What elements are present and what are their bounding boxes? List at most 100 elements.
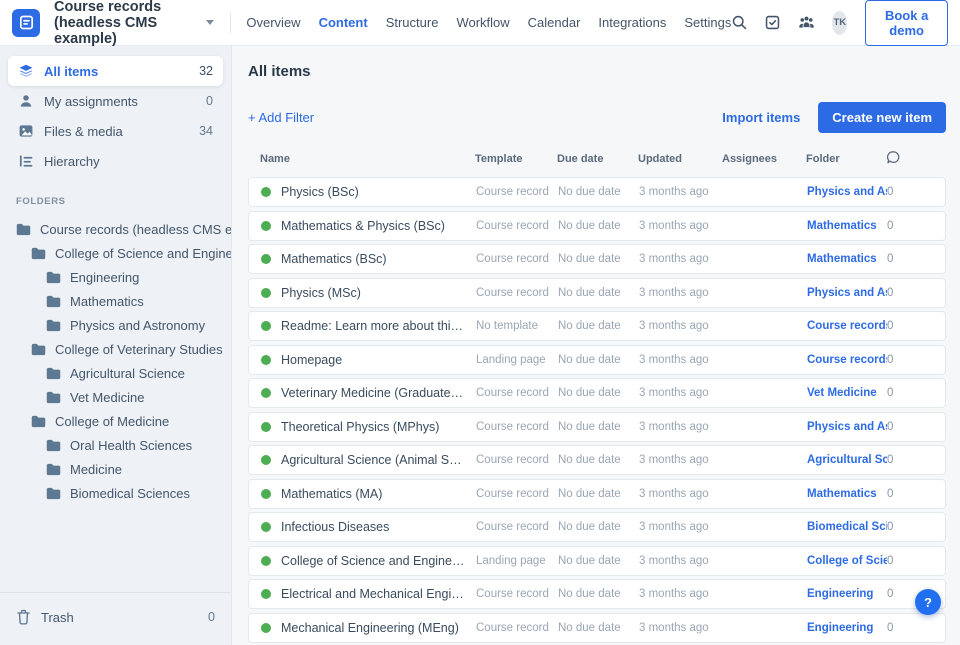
image-icon [19,125,33,137]
hierarchy-icon [19,155,33,167]
item-folder-link[interactable]: Vet Medicine [807,387,887,399]
folder-name: Physics and Astronomy [70,317,206,333]
folder-tree-item[interactable]: Mathematics [0,289,231,313]
sidebar-item[interactable]: Files & media 34 [8,116,223,146]
table-row[interactable]: Theoretical Physics (MPhys) Course recor… [248,411,946,442]
column-header-template[interactable]: Template [475,153,557,165]
nav-item[interactable]: Workflow [456,15,509,30]
folder-tree-item[interactable]: Course records (headless CMS example) [0,217,231,241]
help-button[interactable]: ? [915,589,941,615]
item-folder-link[interactable]: Mathematics [807,220,887,232]
item-folder-link[interactable]: College of Science and Engineering [807,555,887,567]
book-a-demo-button[interactable]: Book a demo [865,0,948,46]
folder-tree-item[interactable]: Biomedical Sciences [0,481,231,505]
item-name-cell: Homepage [261,353,476,367]
folder-icon [46,439,61,451]
create-new-item-button[interactable]: Create new item [818,101,946,133]
folder-tree-item[interactable]: Agricultural Science [0,361,231,385]
item-folder-link[interactable]: Engineering [807,588,887,600]
table-row[interactable]: Mathematics (MA) Course record No due da… [248,478,946,509]
item-folder-link[interactable]: Engineering [807,622,887,634]
column-header-folder[interactable]: Folder [806,153,886,165]
item-template: Course record [476,487,549,500]
table-row[interactable]: Readme: Learn more about this example...… [248,311,946,341]
item-name-cell: Agricultural Science (Animal Science...) [261,453,476,467]
layers-icon [19,64,33,77]
table-row[interactable]: Infectious Diseases Course record No due… [248,512,946,542]
item-name: Theoretical Physics (MPhys) [281,419,440,434]
add-filter-button[interactable]: + Add Filter [248,110,314,125]
nav-item[interactable]: Integrations [598,15,666,30]
search-icon[interactable] [731,13,748,33]
status-dot-icon [261,522,271,532]
item-folder-link[interactable]: Biomedical Sciences [807,521,887,533]
nav-item[interactable]: Structure [386,15,439,30]
table-row[interactable]: Agricultural Science (Animal Science...)… [248,445,946,475]
item-folder-link[interactable]: Physics and Astronomy [807,287,887,299]
item-folder-link[interactable]: Mathematics [807,253,887,265]
nav-item[interactable]: Settings [684,15,731,30]
item-folder-link[interactable]: Course records (headless CMS example) [807,320,887,332]
trash-label: Trash [41,609,74,625]
item-comment-count: 0 [887,420,894,433]
item-template: Course record [476,219,549,232]
status-dot-icon [261,321,271,331]
sidebar-item[interactable]: Hierarchy [8,146,223,176]
item-due-date: No due date [558,588,621,600]
sidebar-item-label: Hierarchy [44,153,100,169]
item-folder-link[interactable]: Physics and Astronomy [807,421,887,433]
table-row[interactable]: Homepage Landing page No due date 3 mont… [248,344,946,375]
table-row[interactable]: Physics (BSc) Course record No due date … [248,177,946,207]
folder-tree-item[interactable]: College of Science and Engineering [0,241,231,265]
sidebar-item[interactable]: All items 32 [8,56,223,86]
folder-tree-item[interactable]: College of Veterinary Studies [0,337,231,361]
user-avatar[interactable]: TK [832,10,848,35]
item-folder-link[interactable]: Course records (headless CMS example) [807,354,887,366]
main-content: All items + Add Filter Import items Crea… [232,46,960,645]
table-row[interactable]: Physics (MSc) Course record No due date … [248,277,946,308]
folder-icon [46,367,61,379]
folder-tree-item[interactable]: Vet Medicine [0,385,231,409]
sidebar-item-label: All items [44,63,99,79]
item-name: Physics (BSc) [281,185,359,199]
team-people-icon[interactable] [797,13,816,33]
item-folder-link[interactable]: Mathematics [807,488,887,500]
table-row[interactable]: College of Science and Engineering Landi… [248,545,946,576]
item-folder-link[interactable]: Agricultural Science [807,454,887,466]
item-folder-link[interactable]: Physics and Astronomy [807,186,887,198]
column-header-due-date[interactable]: Due date [557,153,638,165]
project-title-dropdown[interactable]: Course records (headless CMS example) [54,0,214,47]
nav-item[interactable]: Overview [246,15,300,30]
sidebar-item-trash[interactable]: Trash 0 [8,601,223,633]
item-updated: 3 months ago [639,588,709,600]
sidebar: All items 32 My assignments 0 Files & me… [0,46,232,645]
nav-item[interactable]: Calendar [528,15,581,30]
nav-item[interactable]: Content [319,15,368,30]
folder-tree-item[interactable]: Oral Health Sciences [0,433,231,457]
column-header-updated[interactable]: Updated [638,153,722,165]
sidebar-item[interactable]: My assignments 0 [8,86,223,116]
item-name-cell: Theoretical Physics (MPhys) [261,420,476,434]
items-table: Physics (BSc) Course record No due date … [248,177,946,645]
item-template: Course record [476,253,549,265]
folder-name: Medicine [70,461,123,477]
tasks-clipboard-icon[interactable] [764,13,781,33]
table-row[interactable]: Mathematics (BSc) Course record No due d… [248,244,946,274]
folder-tree-item[interactable]: Engineering [0,265,231,289]
column-header-assignees[interactable]: Assignees [722,153,806,165]
folder-tree-item[interactable]: Physics and Astronomy [0,313,231,337]
table-row[interactable]: Veterinary Medicine (Graduate Entry...) … [248,378,946,408]
sidebar-footer: Trash 0 [0,592,231,645]
table-row[interactable]: Electrical and Mechanical Engineering...… [248,579,946,609]
folder-tree-item[interactable]: College of Medicine [0,409,231,433]
column-header-name[interactable]: Name [260,153,475,165]
table-row[interactable]: Mechanical Engineering (MEng) Course rec… [248,612,946,643]
table-row[interactable]: Mathematics & Physics (BSc) Course recor… [248,210,946,241]
status-dot-icon [261,388,271,398]
trash-icon [17,609,30,625]
sidebar-item-count: 34 [199,124,213,138]
app-logo-icon[interactable] [12,8,40,37]
folder-icon [46,271,61,283]
import-items-button[interactable]: Import items [722,110,800,125]
folder-tree-item[interactable]: Medicine [0,457,231,481]
